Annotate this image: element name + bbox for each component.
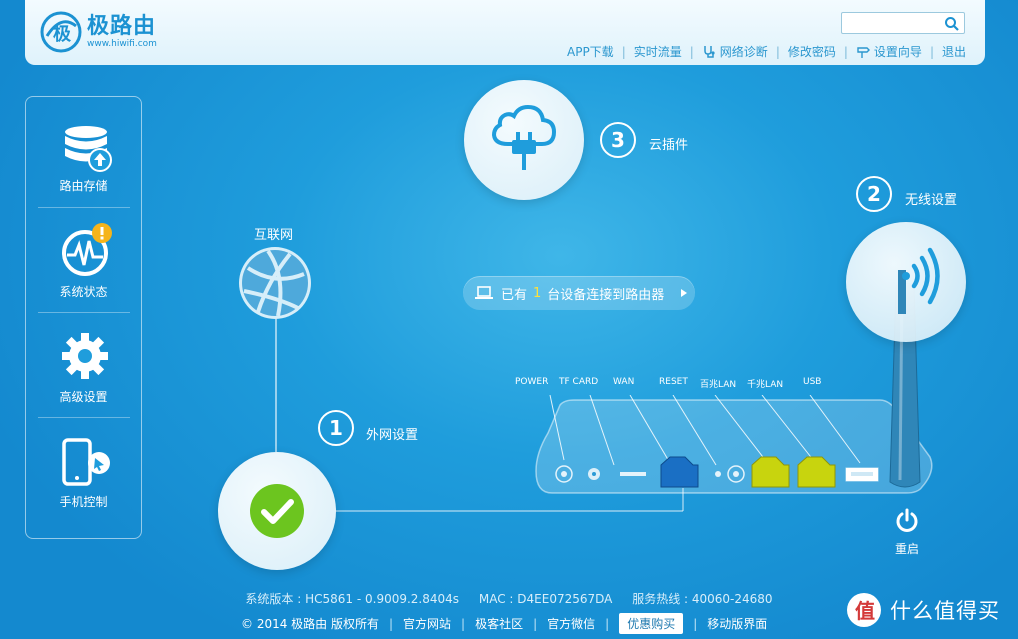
watermark-logo-icon: 值 — [847, 593, 881, 627]
port-label-power: POWER — [515, 377, 549, 387]
devices-count: 1 — [533, 285, 542, 301]
port-label-usb: USB — [803, 377, 822, 387]
step1-label: 外网设置 — [366, 428, 419, 443]
system-version: 系统版本 : HC5861 - 0.9009.2.8404s — [245, 592, 460, 606]
footer-divider: | — [533, 616, 538, 631]
router-illustration — [535, 395, 933, 494]
cloud-plugin-button[interactable] — [464, 80, 584, 200]
footer-link-official-site[interactable]: 官方网站 — [403, 615, 451, 632]
connected-devices-button[interactable]: 已有 1 台设备连接到路由器 — [463, 276, 695, 310]
footer-link-discount-purchase[interactable]: 优惠购买 — [619, 613, 684, 634]
svg-text:值: 值 — [855, 599, 875, 623]
footer-divider: | — [461, 616, 466, 631]
watermark-text: 什么值得买 — [890, 599, 1000, 623]
devices-prefix: 已有 — [501, 287, 528, 303]
power-icon — [896, 508, 918, 532]
wan-setup-button[interactable] — [218, 452, 336, 570]
globe-icon[interactable] — [238, 246, 312, 320]
copyright: © 2014 极路由 版权所有 — [241, 617, 379, 631]
wireless-setup-button[interactable] — [846, 222, 966, 342]
reboot-button[interactable]: 重启 — [888, 508, 926, 557]
internet-label: 互联网 — [254, 228, 294, 243]
footer-divider: | — [605, 616, 610, 631]
step3-label: 云插件 — [649, 138, 689, 153]
devices-suffix: 台设备连接到路由器 — [547, 287, 665, 303]
footer-link-wechat[interactable]: 官方微信 — [547, 615, 595, 632]
cloud-plugin-icon — [492, 104, 556, 170]
step2-label: 无线设置 — [905, 193, 958, 208]
service-hotline: 服务热线 : 40060-24680 — [632, 592, 773, 606]
reboot-label: 重启 — [894, 542, 919, 556]
laptop-icon — [475, 286, 493, 299]
port-label-lan100: 百兆LAN — [700, 380, 737, 390]
port-label-tf-card: TF CARD — [559, 377, 599, 387]
port-label-lan1000: 千兆LAN — [747, 380, 784, 390]
footer-divider: | — [693, 616, 698, 631]
mac-address: MAC : D4EE072567DA — [478, 592, 613, 606]
watermark: 值 什么值得买 — [846, 592, 1000, 628]
port-label-wan: WAN — [613, 377, 635, 387]
check-icon — [250, 484, 304, 538]
step1-number: 1 — [318, 410, 354, 446]
footer-link-mobile-version[interactable]: 移动版界面 — [707, 615, 767, 632]
step3-number: 3 — [600, 122, 636, 158]
play-arrow-icon — [681, 289, 688, 297]
footer-divider: | — [388, 616, 394, 631]
port-label-reset: RESET — [659, 377, 688, 387]
footer-links: © 2014 极路由 版权所有 | 官方网站 | 极客社区 | 官方微信 | 优… — [241, 613, 767, 634]
wifi-signal-icon — [898, 247, 940, 314]
step2-number: 2 — [856, 176, 892, 212]
footer-link-geek-community[interactable]: 极客社区 — [475, 615, 523, 632]
